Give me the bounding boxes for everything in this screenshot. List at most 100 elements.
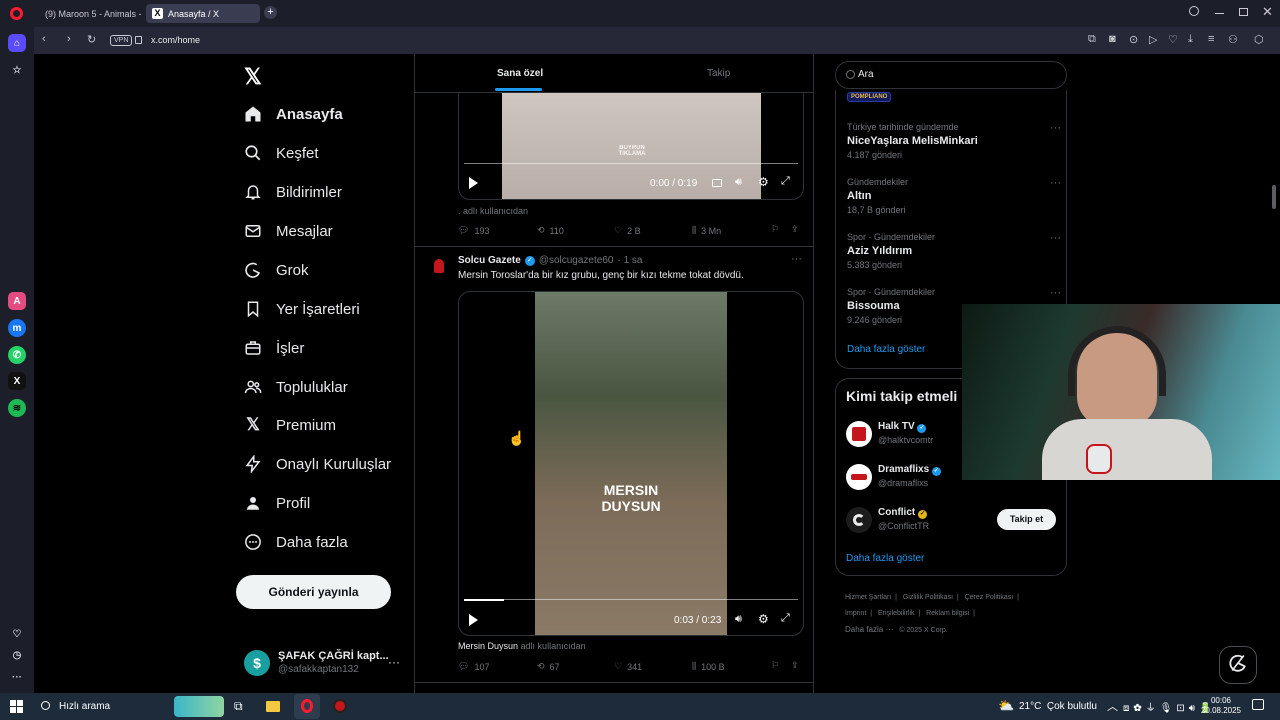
footer-link[interactable]: Erişilebilirlik	[878, 610, 915, 617]
opera-taskbar-icon[interactable]	[294, 694, 320, 719]
reply-button[interactable]: 💬︎ 107	[458, 661, 489, 672]
nav-messages[interactable]: Mesajlar	[244, 218, 333, 244]
search-input[interactable]: Ara	[858, 69, 874, 80]
trend-item[interactable]: Spor · Gündemdekiler Aziz Yıldırım 5.383…	[847, 232, 1061, 270]
nav-home[interactable]: Anasayfa	[244, 101, 343, 127]
player-icon[interactable]: ▷	[1149, 33, 1157, 46]
download-icon[interactable]: ⤓	[1188, 33, 1193, 46]
source-name[interactable]: Mersin Duysun	[458, 641, 518, 651]
like-button[interactable]: ♡ 341	[614, 661, 642, 672]
volume-icon[interactable]: 🔊︎	[735, 613, 742, 626]
tab-following[interactable]: Takip	[625, 54, 813, 92]
post-age[interactable]: · 1 sa	[617, 255, 642, 266]
profile-icon[interactable]: ⚇	[1228, 33, 1238, 46]
notifications-icon[interactable]	[1252, 699, 1264, 710]
video-scrubber[interactable]	[464, 163, 798, 164]
footer-link[interactable]: Imprint	[845, 610, 866, 617]
trend-item[interactable]: Türkiye tarihinde gündemde NiceYaşlara M…	[847, 122, 1061, 160]
fullscreen-icon[interactable]: ⤢	[781, 612, 790, 625]
like-button[interactable]: ♡ 2 B	[614, 225, 641, 236]
post-1-video[interactable]: BUYRUN TIKLAMA 0:00 / 0:19 🔊︎ ⚙ ⤢	[458, 93, 804, 200]
more-icon[interactable]: ···	[8, 668, 26, 686]
volume-icon[interactable]: 🔊︎	[735, 176, 742, 189]
star-icon[interactable]: ☆	[8, 61, 26, 79]
account-switcher[interactable]: $ ŞAFAK ÇAĞRİ kapt... @safakkaptan132 ··…	[244, 649, 404, 679]
trend-more-icon[interactable]: ···	[1050, 287, 1061, 299]
settings-icon[interactable]: ⚙	[758, 612, 769, 626]
heart-icon[interactable]: ♡	[1168, 33, 1178, 46]
nav-verified-orgs[interactable]: Onaylı Kuruluşlar	[244, 451, 391, 477]
captions-icon[interactable]	[712, 179, 722, 187]
vpn-icon[interactable]: ⊙	[1129, 33, 1138, 46]
views-button[interactable]: ⫼ 3 Mn	[692, 225, 721, 236]
nav-bookmarks[interactable]: Yer İşaretleri	[244, 296, 360, 322]
author-avatar[interactable]	[428, 255, 450, 277]
repost-button[interactable]: ⟲ 67	[537, 661, 560, 672]
camera-icon[interactable]: ◙	[1109, 33, 1116, 45]
author-handle[interactable]: @solcugazete60	[539, 255, 614, 266]
trend-item[interactable]: Gündemdekiler Altın 18,7 B gönderi ···	[847, 177, 1061, 215]
search-tabs-icon[interactable]	[1189, 6, 1199, 16]
app-taskbar-icon[interactable]	[333, 699, 347, 713]
show-more-link[interactable]: Daha fazla göster	[847, 344, 925, 355]
tab-for-you[interactable]: Sana özel	[415, 54, 625, 92]
back-icon[interactable]: ‹	[42, 33, 46, 45]
x-logo-icon[interactable]: 𝕏	[244, 64, 262, 90]
page-scrollbar[interactable]	[1272, 185, 1276, 209]
share-button[interactable]: ⇪	[791, 660, 799, 671]
show-more-link[interactable]: Daha fazla göster	[846, 553, 924, 564]
whatsapp-icon[interactable]: ✆	[8, 346, 26, 364]
bookmark-button[interactable]: ⚐	[771, 224, 779, 235]
nav-grok[interactable]: Grok	[244, 257, 309, 283]
nav-communities[interactable]: Topluluklar	[244, 374, 348, 400]
forward-icon[interactable]: ›	[67, 33, 71, 45]
taskbar-search[interactable]: Hızlı arama	[34, 696, 224, 717]
repost-button[interactable]: ⟲ 110	[537, 225, 564, 236]
nav-more[interactable]: Daha fazla	[244, 529, 348, 555]
vpn-badge[interactable]: VPN	[110, 35, 133, 46]
nav-profile[interactable]: Profil	[244, 490, 310, 516]
tray-chevron-icon[interactable]: ︿	[1107, 698, 1118, 714]
bookmark-button[interactable]: ⚐	[771, 660, 779, 671]
search-box[interactable]: Ara	[835, 61, 1067, 89]
menu-icon[interactable]: ≡	[1208, 33, 1214, 45]
share-button[interactable]: ⇪	[791, 224, 799, 235]
reload-icon[interactable]: ↻	[87, 33, 96, 46]
trend-more-icon[interactable]: ···	[1050, 232, 1061, 244]
x-sidebar-icon[interactable]: X	[8, 372, 26, 390]
reply-button[interactable]: 💬︎ 193	[458, 225, 489, 236]
clock[interactable]: 00:06 20.08.2025	[1200, 696, 1242, 716]
post-button[interactable]: Gönderi yayınla	[236, 575, 391, 609]
new-tab-button[interactable]: +	[264, 6, 277, 19]
grok-floating-button[interactable]	[1219, 646, 1257, 684]
post-2-video[interactable]: MERSIN DUYSUN 0:03 / 0:23 🔊︎ ⚙ ⤢	[458, 291, 804, 636]
footer-link[interactable]: Daha fazla ···	[845, 625, 893, 634]
tab-x-home[interactable]: X Anasayfa / X	[146, 4, 260, 23]
aria-icon[interactable]: A	[8, 292, 26, 310]
home-icon[interactable]: ⌂	[8, 34, 26, 52]
pompliano-badge[interactable]: POMPLIANO	[847, 92, 892, 102]
opera-logo-icon[interactable]	[10, 7, 23, 20]
weather-text[interactable]: 21°C Çok bulutlu	[1019, 701, 1097, 712]
history-icon[interactable]: ◷	[8, 646, 26, 664]
account-more-icon[interactable]: ···	[388, 655, 400, 669]
trend-more-icon[interactable]: ···	[1050, 122, 1061, 134]
tab-youtube[interactable]: (9) Maroon 5 - Animals - Y	[34, 4, 142, 23]
play-icon[interactable]	[469, 177, 478, 189]
spotify-icon[interactable]: ≋	[8, 399, 26, 417]
nav-premium[interactable]: 𝕏 Premium	[244, 412, 336, 438]
file-explorer-icon[interactable]	[266, 701, 280, 712]
heart-sidebar-icon[interactable]: ♡	[8, 625, 26, 643]
nav-jobs[interactable]: İşler	[244, 335, 304, 361]
follow-button[interactable]: Takip et	[997, 509, 1056, 530]
minimize-button[interactable]	[1215, 13, 1224, 14]
nav-notifications[interactable]: Bildirimler	[244, 179, 342, 205]
settings-icon[interactable]: ⚙	[758, 175, 769, 189]
start-button[interactable]	[10, 700, 23, 713]
play-icon[interactable]	[469, 614, 478, 626]
nav-explore[interactable]: Keşfet	[244, 140, 319, 166]
address-input[interactable]: x.com/home	[151, 35, 200, 45]
footer-link[interactable]: Reklam bilgisi	[926, 610, 969, 617]
video-scrubber[interactable]	[464, 598, 798, 601]
views-button[interactable]: ⫼ 100 B	[692, 661, 725, 672]
